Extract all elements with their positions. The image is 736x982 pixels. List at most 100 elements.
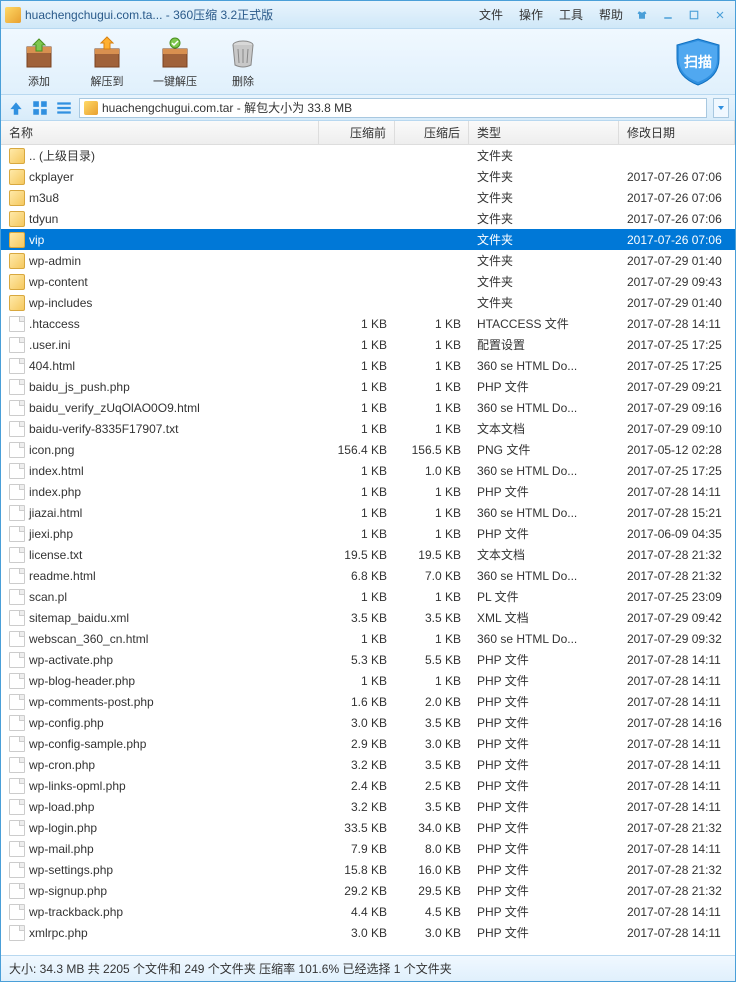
file-row[interactable]: baidu_verify_zUqOlAO0O9.html1 KB1 KB360 …: [1, 397, 735, 418]
file-row[interactable]: tdyun文件夹2017-07-26 07:06: [1, 208, 735, 229]
file-date: 2017-05-12 02:28: [619, 443, 735, 457]
file-name: wp-comments-post.php: [29, 695, 154, 709]
file-row[interactable]: wp-config-sample.php2.9 KB3.0 KBPHP 文件20…: [1, 733, 735, 754]
extract-to-button[interactable]: 解压到: [77, 33, 137, 91]
skin-button[interactable]: [631, 6, 653, 24]
delete-icon: [225, 35, 261, 71]
header-type[interactable]: 类型: [469, 121, 619, 144]
file-name: baidu-verify-8335F17907.txt: [29, 422, 178, 436]
file-name: .htaccess: [29, 317, 80, 331]
file-date: 2017-07-28 14:11: [619, 800, 735, 814]
header-name[interactable]: 名称: [1, 121, 319, 144]
titlebar[interactable]: huachengchugui.com.ta... - 360压缩 3.2正式版 …: [1, 1, 735, 29]
file-row[interactable]: wp-cron.php3.2 KB3.5 KBPHP 文件2017-07-28 …: [1, 754, 735, 775]
file-row[interactable]: baidu-verify-8335F17907.txt1 KB1 KB文本文档2…: [1, 418, 735, 439]
file-type: PHP 文件: [469, 819, 619, 836]
delete-button[interactable]: 删除: [213, 33, 273, 91]
path-bar[interactable]: huachengchugui.com.tar - 解包大小为 33.8 MB: [79, 98, 707, 118]
file-row[interactable]: ckplayer文件夹2017-07-26 07:06: [1, 166, 735, 187]
file-row[interactable]: wp-login.php33.5 KB34.0 KBPHP 文件2017-07-…: [1, 817, 735, 838]
file-row[interactable]: vip文件夹2017-07-26 07:06: [1, 229, 735, 250]
file-row[interactable]: readme.html6.8 KB7.0 KB360 se HTML Do...…: [1, 565, 735, 586]
header-date[interactable]: 修改日期: [619, 121, 735, 144]
file-row[interactable]: icon.png156.4 KB156.5 KBPNG 文件2017-05-12…: [1, 439, 735, 460]
file-row[interactable]: wp-content文件夹2017-07-29 09:43: [1, 271, 735, 292]
view-list-icon[interactable]: [55, 99, 73, 117]
file-row[interactable]: wp-links-opml.php2.4 KB2.5 KBPHP 文件2017-…: [1, 775, 735, 796]
file-row[interactable]: wp-activate.php5.3 KB5.5 KBPHP 文件2017-07…: [1, 649, 735, 670]
file-type: PHP 文件: [469, 693, 619, 710]
one-click-extract-button[interactable]: 一键解压: [145, 33, 205, 91]
file-type: 文本文档: [469, 546, 619, 563]
up-arrow-icon[interactable]: [7, 99, 25, 117]
file-name: .user.ini: [29, 338, 70, 352]
file-row[interactable]: license.txt19.5 KB19.5 KB文本文档2017-07-28 …: [1, 544, 735, 565]
file-icon: [9, 400, 25, 416]
file-type: 文件夹: [469, 189, 619, 206]
status-text: 大小: 34.3 MB 共 2205 个文件和 249 个文件夹 压缩率 101…: [9, 960, 452, 977]
file-row[interactable]: 404.html1 KB1 KB360 se HTML Do...2017-07…: [1, 355, 735, 376]
file-row[interactable]: wp-comments-post.php1.6 KB2.0 KBPHP 文件20…: [1, 691, 735, 712]
file-row[interactable]: .htaccess1 KB1 KBHTACCESS 文件2017-07-28 1…: [1, 313, 735, 334]
file-icon: [9, 463, 25, 479]
file-row[interactable]: index.php1 KB1 KBPHP 文件2017-07-28 14:11: [1, 481, 735, 502]
file-row[interactable]: wp-includes文件夹2017-07-29 01:40: [1, 292, 735, 313]
file-row[interactable]: wp-mail.php7.9 KB8.0 KBPHP 文件2017-07-28 …: [1, 838, 735, 859]
file-row[interactable]: .user.ini1 KB1 KB配置设置2017-07-25 17:25: [1, 334, 735, 355]
file-row[interactable]: sitemap_baidu.xml3.5 KB3.5 KBXML 文档2017-…: [1, 607, 735, 628]
file-row[interactable]: xmlrpc.php3.0 KB3.0 KBPHP 文件2017-07-28 1…: [1, 922, 735, 943]
file-size-after: 1 KB: [395, 359, 469, 373]
file-row[interactable]: m3u8文件夹2017-07-26 07:06: [1, 187, 735, 208]
minimize-button[interactable]: [657, 6, 679, 24]
file-row[interactable]: .. (上级目录)文件夹: [1, 145, 735, 166]
file-name: .. (上级目录): [29, 147, 95, 164]
file-row[interactable]: wp-config.php3.0 KB3.5 KBPHP 文件2017-07-2…: [1, 712, 735, 733]
menu-operate[interactable]: 操作: [519, 6, 543, 23]
file-type: PHP 文件: [469, 840, 619, 857]
file-name: index.html: [29, 464, 84, 478]
file-name: webscan_360_cn.html: [29, 632, 148, 646]
close-button[interactable]: [709, 6, 731, 24]
scan-button[interactable]: 扫描: [671, 35, 725, 89]
file-date: 2017-07-28 14:11: [619, 674, 735, 688]
file-row[interactable]: wp-signup.php29.2 KB29.5 KBPHP 文件2017-07…: [1, 880, 735, 901]
menu-file[interactable]: 文件: [479, 6, 503, 23]
file-row[interactable]: wp-settings.php15.8 KB16.0 KBPHP 文件2017-…: [1, 859, 735, 880]
file-date: 2017-07-28 21:32: [619, 548, 735, 562]
file-date: 2017-07-28 21:32: [619, 863, 735, 877]
view-large-icon[interactable]: [31, 99, 49, 117]
file-row[interactable]: baidu_js_push.php1 KB1 KBPHP 文件2017-07-2…: [1, 376, 735, 397]
add-button[interactable]: 添加: [9, 33, 69, 91]
folder-icon: [9, 190, 25, 206]
header-before[interactable]: 压缩前: [319, 121, 395, 144]
file-date: 2017-07-28 14:11: [619, 317, 735, 331]
file-list[interactable]: .. (上级目录)文件夹ckplayer文件夹2017-07-26 07:06m…: [1, 145, 735, 955]
file-row[interactable]: webscan_360_cn.html1 KB1 KB360 se HTML D…: [1, 628, 735, 649]
extract-label: 解压到: [91, 73, 124, 89]
file-row[interactable]: wp-trackback.php4.4 KB4.5 KBPHP 文件2017-0…: [1, 901, 735, 922]
file-row[interactable]: wp-load.php3.2 KB3.5 KBPHP 文件2017-07-28 …: [1, 796, 735, 817]
file-row[interactable]: jiazai.html1 KB1 KB360 se HTML Do...2017…: [1, 502, 735, 523]
file-row[interactable]: wp-blog-header.php1 KB1 KBPHP 文件2017-07-…: [1, 670, 735, 691]
file-row[interactable]: wp-admin文件夹2017-07-29 01:40: [1, 250, 735, 271]
file-row[interactable]: index.html1 KB1.0 KB360 se HTML Do...201…: [1, 460, 735, 481]
header-after[interactable]: 压缩后: [395, 121, 469, 144]
window-title: huachengchugui.com.ta... - 360压缩 3.2正式版: [25, 6, 273, 23]
file-size-before: 1 KB: [319, 632, 395, 646]
file-row[interactable]: jiexi.php1 KB1 KBPHP 文件2017-06-09 04:35: [1, 523, 735, 544]
file-size-before: 2.4 KB: [319, 779, 395, 793]
menu-tools[interactable]: 工具: [559, 6, 583, 23]
file-size-after: 1 KB: [395, 401, 469, 415]
file-size-after: 34.0 KB: [395, 821, 469, 835]
menu-help[interactable]: 帮助: [599, 6, 623, 23]
file-name: readme.html: [29, 569, 96, 583]
maximize-button[interactable]: [683, 6, 705, 24]
file-icon: [9, 757, 25, 773]
path-dropdown-button[interactable]: [713, 98, 729, 118]
file-type: PNG 文件: [469, 441, 619, 458]
file-row[interactable]: scan.pl1 KB1 KBPL 文件2017-07-25 23:09: [1, 586, 735, 607]
delete-label: 删除: [232, 73, 254, 89]
file-size-after: 3.0 KB: [395, 926, 469, 940]
folder-icon: [9, 253, 25, 269]
file-type: PHP 文件: [469, 672, 619, 689]
